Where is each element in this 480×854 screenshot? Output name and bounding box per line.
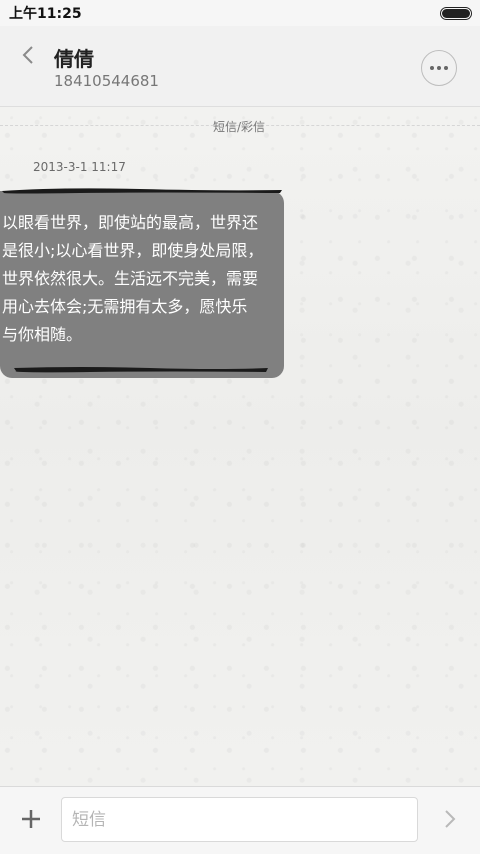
status-time: 上午11:25 [9, 6, 82, 22]
more-options-button[interactable] [421, 50, 457, 86]
message-input[interactable] [61, 797, 418, 842]
composer-bar [0, 786, 480, 854]
more-dots-icon [430, 66, 448, 70]
add-icon[interactable] [20, 808, 42, 830]
status-bar: 上午11:25 [0, 0, 480, 26]
back-icon[interactable] [18, 44, 40, 66]
conversation-header: 倩倩 18410544681 [0, 26, 480, 107]
message-bubble[interactable]: 以眼看世界，即使站的最高，世界还 是很小;以心看世界，即使身处局限， 世界依然很… [0, 191, 284, 378]
message-timestamp: 2013-3-1 11:17 [33, 160, 126, 174]
send-icon[interactable] [440, 808, 460, 830]
brush-stroke-top [2, 188, 282, 194]
battery-icon [440, 6, 472, 20]
channel-label: 短信/彩信 [213, 120, 266, 134]
contact-phone-number: 18410544681 [54, 72, 159, 90]
brush-stroke-bottom [14, 367, 268, 373]
contact-name: 倩倩 [54, 47, 94, 71]
